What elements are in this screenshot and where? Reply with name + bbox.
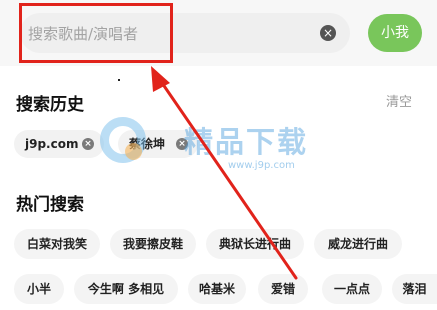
annotation-arrow xyxy=(151,66,298,280)
arrow-line xyxy=(158,78,298,280)
